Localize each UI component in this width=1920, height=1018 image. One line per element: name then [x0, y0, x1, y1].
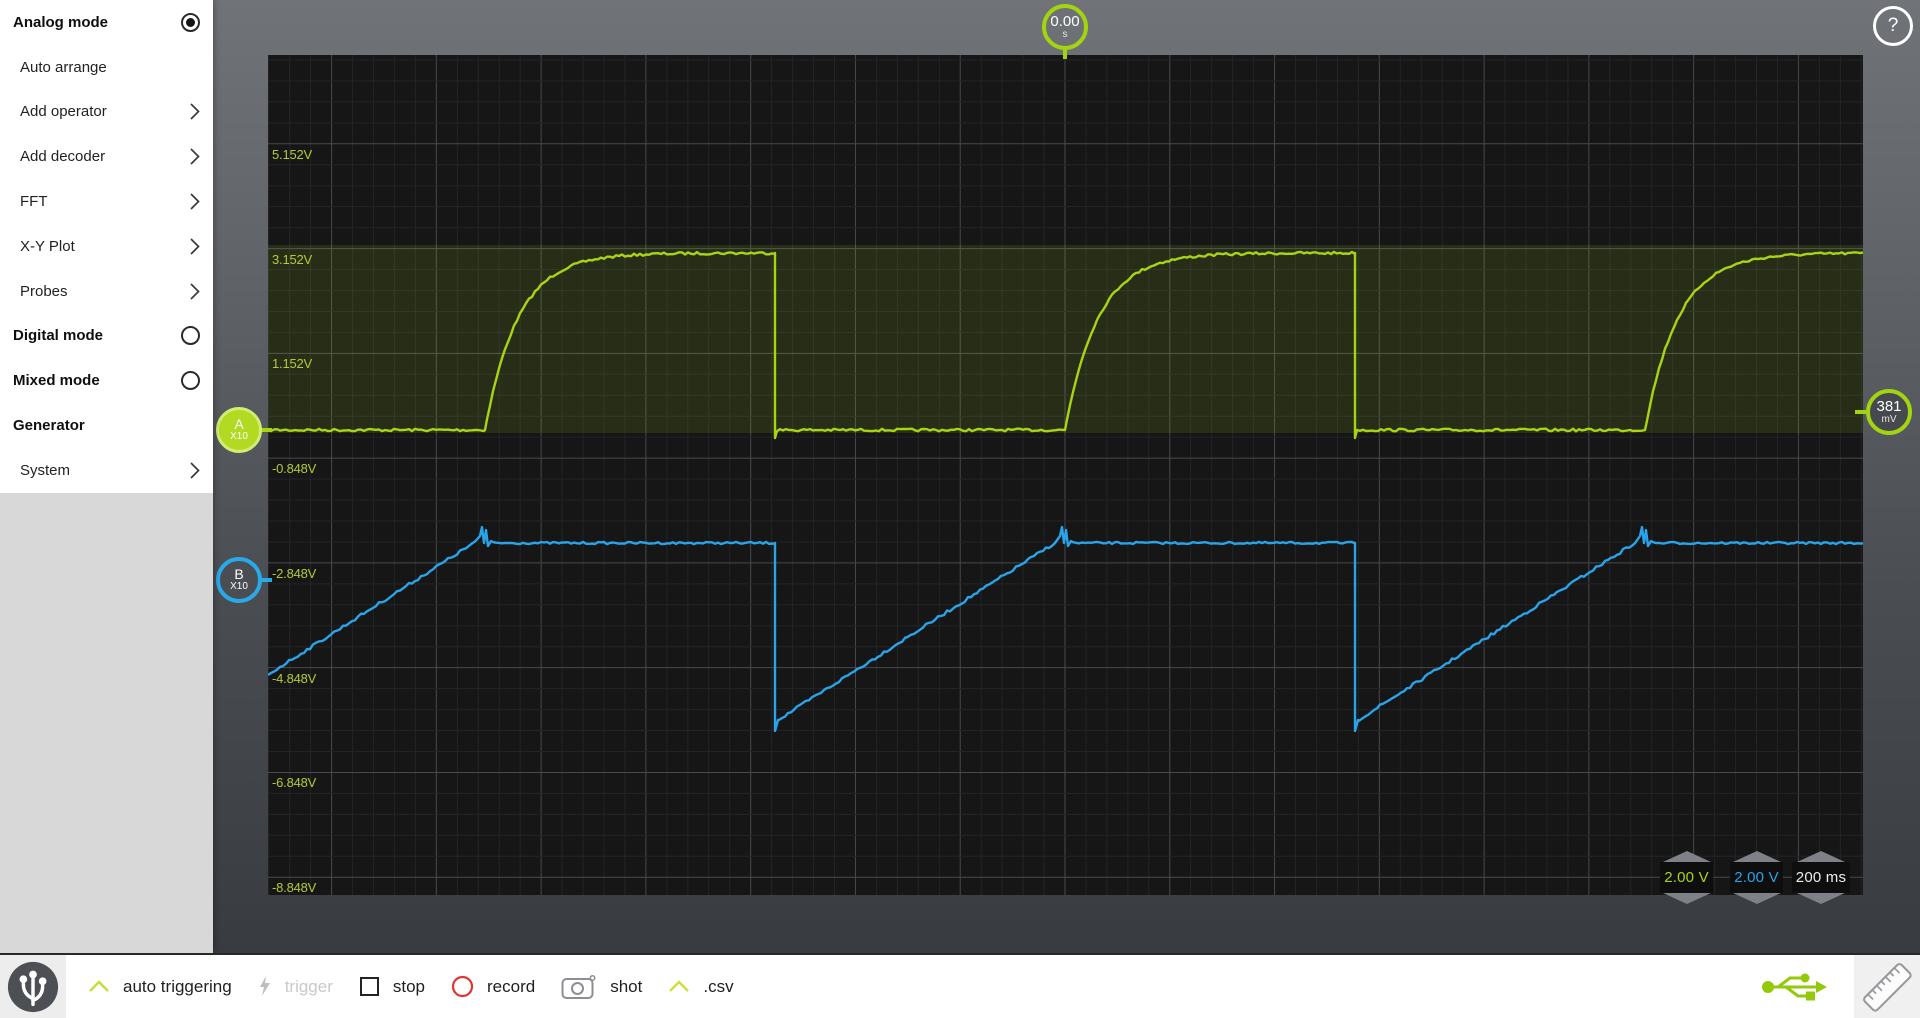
stepper-down-icon[interactable] [1662, 893, 1711, 904]
voltage-label: 3.152V [272, 251, 313, 267]
channel-b-probe: X10 [230, 581, 248, 593]
sidebar-item-probes[interactable]: Probes [0, 269, 213, 314]
app-logo [0, 955, 66, 1018]
sidebar-item-label: Mixed mode [13, 372, 100, 390]
toolbar-stop-label: stop [392, 976, 426, 996]
stepper-timebase[interactable]: 200 ms [1792, 851, 1850, 904]
labnation-logo-icon [7, 961, 59, 1012]
sidebar-item-label: System [20, 461, 71, 479]
sidebar-item-system[interactable]: System [0, 448, 213, 493]
channel-a-range-band [268, 245, 1863, 433]
toolbar-items: auto triggering trigger stop record shot .csv [88, 955, 760, 1018]
lightning-icon [258, 976, 272, 997]
voltage-label: -6.848V [272, 775, 317, 791]
sidebar-item-label: Probes [20, 282, 68, 300]
stop-square-icon [359, 976, 380, 997]
sidebar-item-mixed-mode[interactable]: Mixed mode [0, 358, 213, 403]
toolbar-csv-label: .csv [703, 976, 734, 996]
voltage-label: -4.848V [272, 670, 317, 686]
radio-selected-icon[interactable] [181, 12, 200, 32]
chevron-right-icon [190, 103, 200, 121]
time-offset-value: 0.00 [1050, 12, 1080, 30]
toolbar-stop-button[interactable]: stop [359, 976, 425, 997]
chevron-right-icon [190, 193, 200, 210]
voltage-label: -8.848V [272, 880, 317, 896]
ruler-icon [1863, 962, 1912, 1012]
stepper-value: 200 ms [1795, 869, 1847, 886]
trigger-level-badge[interactable]: 381 mV [1866, 389, 1912, 435]
sidebar: Analog mode Auto arrange Add operator Add d… [0, 0, 213, 953]
chevron-right-icon [190, 462, 200, 479]
sidebar-menu: Analog mode Auto arrange Add operator Add d… [0, 0, 213, 493]
usb-status [1760, 969, 1828, 1010]
radio-icon[interactable] [181, 371, 200, 391]
channel-a-label: A [234, 416, 244, 433]
sidebar-item-add-operator[interactable]: Add operator [0, 90, 213, 135]
sidebar-item-label: Auto arrange [20, 58, 107, 76]
voltage-label: -0.848V [272, 461, 317, 477]
stepper-value: 2.00 V [1664, 869, 1709, 886]
bottom-toolbar: auto triggering trigger stop record shot .csv [0, 953, 1920, 1018]
channel-b-badge[interactable]: B X10 [216, 557, 262, 603]
toolbar-auto-triggering-label: auto triggering [123, 976, 232, 996]
sidebar-item-label: Add decoder [20, 148, 106, 166]
trigger-slope-icon [88, 980, 110, 993]
sidebar-item-xy-plot[interactable]: X-Y Plot [0, 224, 213, 269]
channel-b-label: B [234, 566, 244, 583]
toolbar-trigger-button[interactable]: trigger [258, 976, 333, 997]
sidebar-item-analog-mode[interactable]: Analog mode [0, 0, 213, 45]
stepper-down-icon[interactable] [1797, 893, 1845, 904]
stepper-down-icon[interactable] [1732, 893, 1781, 904]
sidebar-item-label: Analog mode [13, 13, 109, 31]
sidebar-item-label: Generator [13, 417, 85, 435]
sidebar-item-digital-mode[interactable]: Digital mode [0, 314, 213, 359]
csv-slope-icon [668, 980, 690, 993]
stepper-up-icon[interactable] [1662, 851, 1711, 862]
help-button[interactable]: ? [1873, 6, 1913, 46]
time-offset-badge[interactable]: 0.00 s [1042, 4, 1088, 50]
sidebar-item-generator[interactable]: Generator [0, 403, 213, 448]
sidebar-item-label: FFT [20, 193, 48, 211]
toolbar-record-label: record [487, 976, 536, 996]
smartscope-app: 5.152V 3.152V 1.152V -0.848V -2.848V -4.848V -… [0, 0, 1920, 1018]
voltage-label: 5.152V [272, 146, 313, 162]
channel-a-badge[interactable]: A X10 [216, 407, 262, 453]
time-offset-unit: s [1062, 28, 1068, 40]
sidebar-item-label: Digital mode [13, 327, 104, 345]
usb-icon [1762, 973, 1827, 1001]
stepper-up-icon[interactable] [1797, 851, 1845, 862]
sidebar-item-label: X-Y Plot [20, 237, 75, 255]
measurements-button[interactable] [1854, 955, 1920, 1018]
trigger-level-value: 381 [1876, 397, 1902, 415]
sidebar-item-label: Add operator [20, 103, 107, 121]
scope-canvas[interactable] [268, 55, 1863, 895]
trigger-level-unit: mV [1881, 413, 1897, 425]
help-icon: ? [1887, 15, 1899, 36]
voltage-label: 1.152V [272, 356, 313, 372]
chevron-right-icon [190, 148, 200, 165]
sidebar-item-add-decoder[interactable]: Add decoder [0, 134, 213, 179]
scope-plot[interactable]: 5.152V 3.152V 1.152V -0.848V -2.848V -4.848V -… [268, 55, 1863, 904]
sidebar-lower-panel [0, 493, 213, 953]
stepper-channel-b-scale[interactable]: 2.00 V [1730, 851, 1783, 904]
toolbar-shot-button[interactable]: shot [561, 974, 642, 1000]
toolbar-record-button[interactable]: record [451, 975, 535, 998]
sidebar-item-auto-arrange[interactable]: Auto arrange [0, 45, 213, 90]
record-circle-icon [451, 975, 474, 998]
toolbar-csv-button[interactable]: .csv [668, 976, 734, 997]
camera-icon [561, 974, 597, 1000]
toolbar-trigger-label: trigger [284, 976, 333, 996]
toolbar-shot-label: shot [610, 976, 643, 996]
voltage-label: -2.848V [272, 565, 317, 581]
toolbar-auto-triggering-button[interactable]: auto triggering [88, 977, 232, 997]
stepper-value: 2.00 V [1734, 869, 1779, 886]
channel-a-probe: X10 [230, 431, 248, 443]
radio-icon[interactable] [181, 326, 200, 346]
stepper-up-icon[interactable] [1732, 851, 1781, 862]
sidebar-item-fft[interactable]: FFT [0, 179, 213, 224]
chevron-right-icon [190, 238, 200, 255]
stepper-channel-a-scale[interactable]: 2.00 V [1660, 851, 1713, 904]
chevron-right-icon [190, 283, 200, 300]
